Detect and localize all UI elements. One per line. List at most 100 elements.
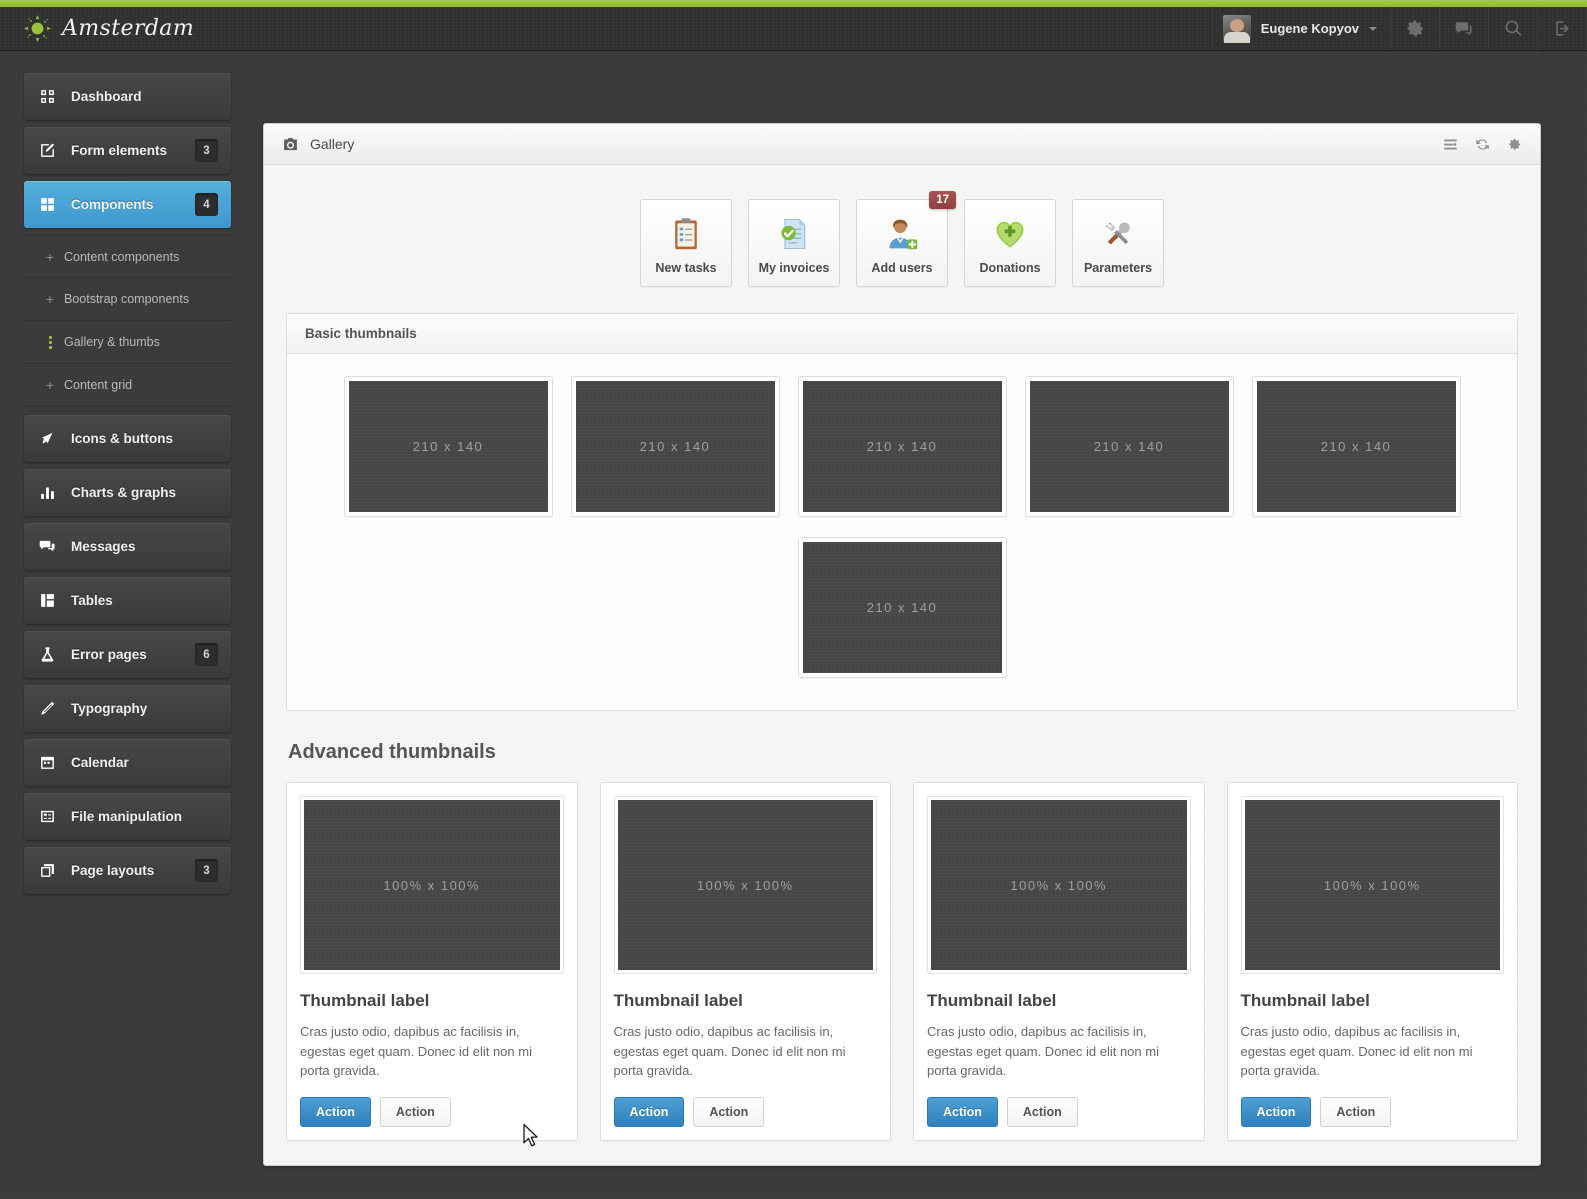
sidebar-item-dashboard[interactable]: Dashboard: [24, 73, 231, 120]
chat-icon-button[interactable]: [1440, 7, 1489, 50]
primary-action-button[interactable]: Action: [927, 1096, 998, 1127]
thumbnail-card[interactable]: 100% x 100% Thumbnail label Cras justo o…: [286, 782, 578, 1141]
secondary-action-button[interactable]: Action: [693, 1096, 765, 1127]
thumbnail-card[interactable]: 100% x 100% Thumbnail label Cras justo o…: [599, 782, 891, 1141]
thumbnail-placeholder: 210 x 140: [802, 542, 1002, 673]
thumbnail-item[interactable]: 210 x 140: [1251, 376, 1461, 517]
panel-body: New tasks My invoices Add users 17 Donat…: [264, 165, 1540, 1165]
tile-label: My invoices: [758, 261, 830, 275]
card-actions: Action Action: [1240, 1096, 1505, 1127]
sidebar-item-error-pages[interactable]: Error pages 6: [24, 631, 231, 678]
primary-action-button[interactable]: Action: [1240, 1096, 1312, 1127]
tile-label: Parameters: [1083, 261, 1153, 275]
card-title: Thumbnail label: [927, 991, 1057, 1010]
card-title: Thumbnail label: [300, 991, 430, 1010]
sidebar-item-label: Dashboard: [71, 89, 142, 104]
sidebar-item-tables[interactable]: Tables: [24, 577, 231, 624]
sidebar-item-typography[interactable]: Typography: [24, 685, 231, 732]
thumbnail-item[interactable]: 210 x 140: [797, 537, 1007, 678]
settings-gear-icon-button[interactable]: [1507, 137, 1522, 152]
thumbnail-card[interactable]: 100% x 100% Thumbnail label Cras justo o…: [913, 782, 1205, 1141]
thumbnail-row-top: 210 x 140 210 x 140 210 x 140 210 x 140: [297, 366, 1507, 527]
thumbnail-row-bottom: 210 x 140: [297, 527, 1507, 688]
brand[interactable]: Amsterdam: [0, 7, 194, 50]
sidebar-item-label: Components: [71, 197, 154, 212]
sidebar-item-label: File manipulation: [71, 809, 183, 824]
gear-icon-button[interactable]: [1391, 7, 1440, 50]
thumbnail-card[interactable]: 100% x 100% Thumbnail label Cras justo o…: [1226, 782, 1518, 1141]
user-menu[interactable]: Eugene Kopyov: [1211, 7, 1391, 50]
page-layout: Dashboard Form elements 3 Components 4 +…: [0, 51, 1587, 1166]
sidebar-item-form-elements[interactable]: Form elements 3: [24, 127, 231, 174]
sidebar-item-messages[interactable]: Messages: [24, 523, 231, 570]
grid-icon: [37, 87, 57, 107]
card-text: Cras justo odio, dapibus ac facilisis in…: [927, 1024, 1159, 1078]
card-actions: Action Action: [613, 1096, 878, 1127]
submenu-item-content-components[interactable]: + Content components: [24, 235, 231, 278]
mouse-cursor: [523, 1123, 538, 1147]
sidebar-item-label: Page layouts: [71, 863, 155, 878]
sidebar-item-charts-graphs[interactable]: Charts & graphs: [24, 469, 231, 516]
submenu-item-content-grid[interactable]: + Content grid: [24, 364, 231, 407]
secondary-action-button[interactable]: Action: [379, 1096, 451, 1127]
tile-badge: 17: [929, 191, 956, 209]
submenu-item-gallery-thumbs[interactable]: Gallery & thumbs: [24, 321, 231, 364]
blocks-icon: [37, 195, 57, 215]
basic-thumbnails-title: Basic thumbnails: [305, 326, 417, 341]
thumbnail-placeholder: 210 x 140: [1029, 381, 1229, 512]
card-actions: Action Action: [927, 1096, 1191, 1127]
collapse-icon-button[interactable]: [1443, 137, 1458, 152]
card-text: Cras justo odio, dapibus ac facilisis in…: [1240, 1024, 1473, 1078]
advanced-thumbnails-title: Advanced thumbnails: [288, 741, 496, 763]
thumbnail-item[interactable]: 210 x 140: [570, 376, 780, 517]
cursor-arrow-icon: [37, 429, 57, 449]
sidebar-item-calendar[interactable]: Calendar: [24, 739, 231, 786]
bar-chart-icon: [37, 483, 57, 503]
sun-icon: [24, 15, 51, 42]
card-text: Cras justo odio, dapibus ac facilisis in…: [300, 1024, 532, 1078]
secondary-action-button[interactable]: Action: [1320, 1096, 1392, 1127]
logout-icon-button[interactable]: [1538, 7, 1587, 50]
thumbnail-placeholder: 210 x 140: [802, 381, 1002, 512]
tile-add-users[interactable]: Add users 17: [856, 191, 956, 287]
sidebar-item-label: Calendar: [71, 755, 129, 770]
tile-parameters[interactable]: Parameters: [1072, 199, 1164, 287]
tile-label: Add users: [871, 261, 933, 275]
tile-label: Donations: [979, 261, 1041, 275]
submenu-item-label: Content components: [64, 249, 180, 264]
basic-thumbnails-body: 210 x 140 210 x 140 210 x 140 210 x 140: [287, 354, 1517, 710]
sidebar-item-icons-buttons[interactable]: Icons & buttons: [24, 415, 231, 462]
user-name: Eugene Kopyov: [1260, 21, 1359, 36]
primary-action-button[interactable]: Action: [613, 1096, 685, 1127]
thumbnail-item[interactable]: 210 x 140: [797, 376, 1007, 517]
table-icon: [37, 591, 57, 611]
gallery-panel: Gallery New tasks My invoices Add users …: [263, 123, 1541, 1166]
tile-label: New tasks: [655, 261, 717, 275]
thumbnail-item[interactable]: 210 x 140: [1024, 376, 1234, 517]
card-text: Cras justo odio, dapibus ac facilisis in…: [613, 1024, 846, 1078]
sidebar-badge: 3: [195, 859, 218, 882]
gear-icon: [1407, 20, 1423, 37]
submenu-item-label: Bootstrap components: [64, 292, 190, 306]
tile-my-invoices[interactable]: My invoices: [748, 199, 840, 287]
sidebar-item-page-layouts[interactable]: Page layouts 3: [24, 847, 231, 894]
sidebar-item-file-manipulation[interactable]: File manipulation: [24, 793, 231, 840]
calendar-icon: [37, 753, 57, 773]
sidebar-item-label: Charts & graphs: [71, 485, 177, 500]
card-image-placeholder: 100% x 100%: [617, 800, 873, 970]
search-icon-button[interactable]: [1489, 7, 1538, 50]
primary-action-button[interactable]: Action: [300, 1096, 371, 1127]
submenu-item-label: Gallery & thumbs: [64, 335, 160, 349]
header-right: Eugene Kopyov: [1211, 7, 1587, 50]
sidebar-item-components[interactable]: Components 4: [24, 181, 231, 228]
card-image-frame: 100% x 100%: [927, 796, 1191, 974]
plus-icon: +: [45, 291, 55, 307]
submenu-item-bootstrap-components[interactable]: + Bootstrap components: [24, 278, 231, 321]
refresh-icon-button[interactable]: [1475, 137, 1490, 152]
tile-donations[interactable]: Donations: [964, 199, 1056, 287]
camera-icon: [282, 136, 299, 153]
secondary-action-button[interactable]: Action: [1006, 1096, 1078, 1127]
tile-new-tasks[interactable]: New tasks: [640, 199, 732, 287]
card-image-placeholder: 100% x 100%: [304, 800, 560, 970]
thumbnail-item[interactable]: 210 x 140: [343, 376, 553, 517]
